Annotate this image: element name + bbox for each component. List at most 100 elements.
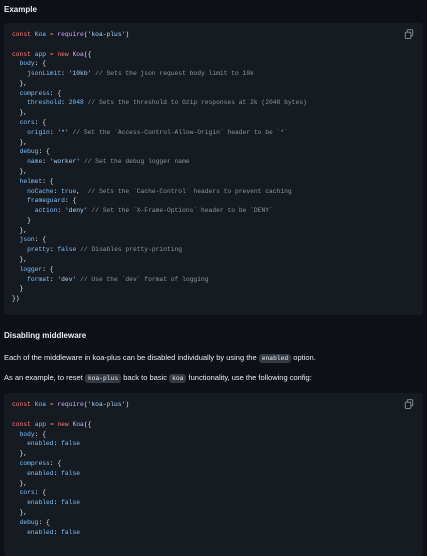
- code-token-string: 'koa-plus': [87, 31, 126, 38]
- code-line: const app = new Koa({: [12, 421, 91, 428]
- code-token-property: false: [61, 440, 81, 448]
- code-token-text: :: [61, 99, 69, 107]
- code-token-property: debug: [19, 518, 39, 526]
- code-token-string: '10kb': [68, 70, 92, 78]
- code-token-text: },: [12, 167, 28, 175]
- code-line: enabled: false: [12, 440, 80, 447]
- code-token-property: cors: [19, 119, 35, 127]
- code-token-string: 'deny': [64, 207, 88, 215]
- code-token-text: :: [53, 528, 62, 536]
- code-line: },: [12, 80, 28, 87]
- code-token-text: : {: [42, 177, 54, 185]
- code-token-property: helmet: [19, 177, 43, 185]
- code-token-string: 'koa-plus': [87, 401, 126, 409]
- code-token-comment: // Set the debug logger name: [83, 158, 190, 166]
- inline-code-koa: koa: [169, 374, 187, 384]
- code-line: debug: {: [12, 519, 50, 526]
- code-token-text: :: [57, 207, 65, 215]
- code-block-example: const Koa = require('koa-plus') const ap…: [4, 23, 423, 315]
- code-token-text: : {: [34, 236, 47, 244]
- code-token-function: require: [57, 31, 84, 38]
- code-line: json: {: [12, 236, 46, 243]
- code-token-property: name: [27, 158, 43, 166]
- code-token-property: frameguard: [27, 197, 65, 205]
- code-disable: const Koa = require('koa-plus') const ap…: [12, 400, 415, 537]
- code-token-property: enabled: [27, 528, 54, 536]
- code-token-property: cors: [19, 489, 35, 497]
- code-token-keyword: const: [12, 50, 31, 58]
- copy-icon[interactable]: [404, 399, 414, 410]
- code-token-property: false: [57, 246, 77, 254]
- code-line: },: [12, 450, 28, 457]
- code-token-text: :: [53, 499, 62, 507]
- code-token-text: : {: [64, 197, 77, 205]
- code-token-property: format: [27, 275, 50, 283]
- code-token-text: :: [61, 70, 69, 78]
- code-token-property: threshold: [27, 99, 62, 107]
- code-token-text: ): [125, 401, 130, 409]
- disabling-middleware-heading: Disabling middleware: [4, 331, 87, 340]
- code-token-comment: // Sets the threshold to Gzip responses …: [87, 99, 307, 107]
- code-token-keyword: new: [57, 50, 69, 58]
- code-token-property: jsonLimit: [27, 70, 62, 78]
- code-block-disable: const Koa = require('koa-plus') const ap…: [4, 393, 423, 556]
- code-line: origin: '*' // Set the `Access-Control-A…: [12, 129, 288, 136]
- code-line: },: [12, 167, 28, 175]
- code-line: },: [12, 509, 28, 516]
- code-line: const app = new Koa({: [12, 51, 91, 58]
- code-line: action: 'deny' // Set the `X-Frame-Optio…: [12, 207, 273, 214]
- code-line: },: [12, 109, 28, 116]
- code-token-property: enabled: [27, 499, 54, 507]
- code-line: },: [12, 256, 28, 263]
- code-token-comment: // Use the `dev` format of logging: [80, 275, 209, 283]
- code-line: },: [12, 479, 28, 487]
- code-token-text: :: [42, 158, 50, 166]
- code-token-keyword: const: [12, 401, 31, 409]
- code-token-property: json: [19, 236, 35, 244]
- code-token-property: true: [61, 187, 77, 195]
- copy-icon[interactable]: [404, 29, 414, 39]
- code-line: name: 'worker' // Set the debug logger n…: [12, 158, 190, 165]
- code-token-property: body: [19, 60, 35, 68]
- code-token-property: false: [61, 528, 81, 536]
- code-token-text: :: [53, 440, 62, 448]
- code-token-text: ): [125, 31, 130, 38]
- code-line: }: [12, 217, 31, 224]
- code-token-property: 2048: [68, 99, 84, 107]
- code-token-function: require: [57, 401, 84, 409]
- code-line: cors: {: [12, 119, 46, 126]
- code-token-keyword: new: [57, 420, 69, 428]
- code-token-text: : {: [38, 148, 50, 156]
- code-line: }: [12, 285, 24, 292]
- code-line: cors: {: [12, 489, 46, 496]
- code-token-comment: // Sets the `Cache-Control` headers to p…: [87, 187, 292, 195]
- code-token-text: },: [12, 138, 28, 146]
- code-token-text: : {: [34, 60, 47, 68]
- code-token-text: : {: [34, 430, 47, 438]
- code-token-keyword: const: [12, 420, 31, 428]
- code-line: const Koa = require('koa-plus'): [12, 31, 129, 38]
- reset-example-paragraph: As an example, to reset koa-plus back to…: [4, 373, 423, 384]
- para2-text-b: back to basic: [123, 373, 167, 383]
- code-token-comment: // Sets the json request body limit to 1…: [95, 70, 254, 78]
- code-token-comment: // Set the `X-Frame-Options` header to b…: [91, 207, 273, 215]
- code-line: threshold: 2048 // Sets the threshold to…: [12, 99, 307, 106]
- code-token-comment: // Disables pretty-printing: [80, 246, 183, 254]
- readme-content: Example const Koa = require('koa-plus') …: [0, 0, 427, 556]
- code-token-property: action: [34, 207, 58, 215]
- code-line: frameguard: {: [12, 197, 76, 204]
- inline-code-enabled: enabled: [258, 354, 292, 363]
- code-token-text: :: [53, 469, 62, 477]
- code-token-text: },: [12, 479, 28, 487]
